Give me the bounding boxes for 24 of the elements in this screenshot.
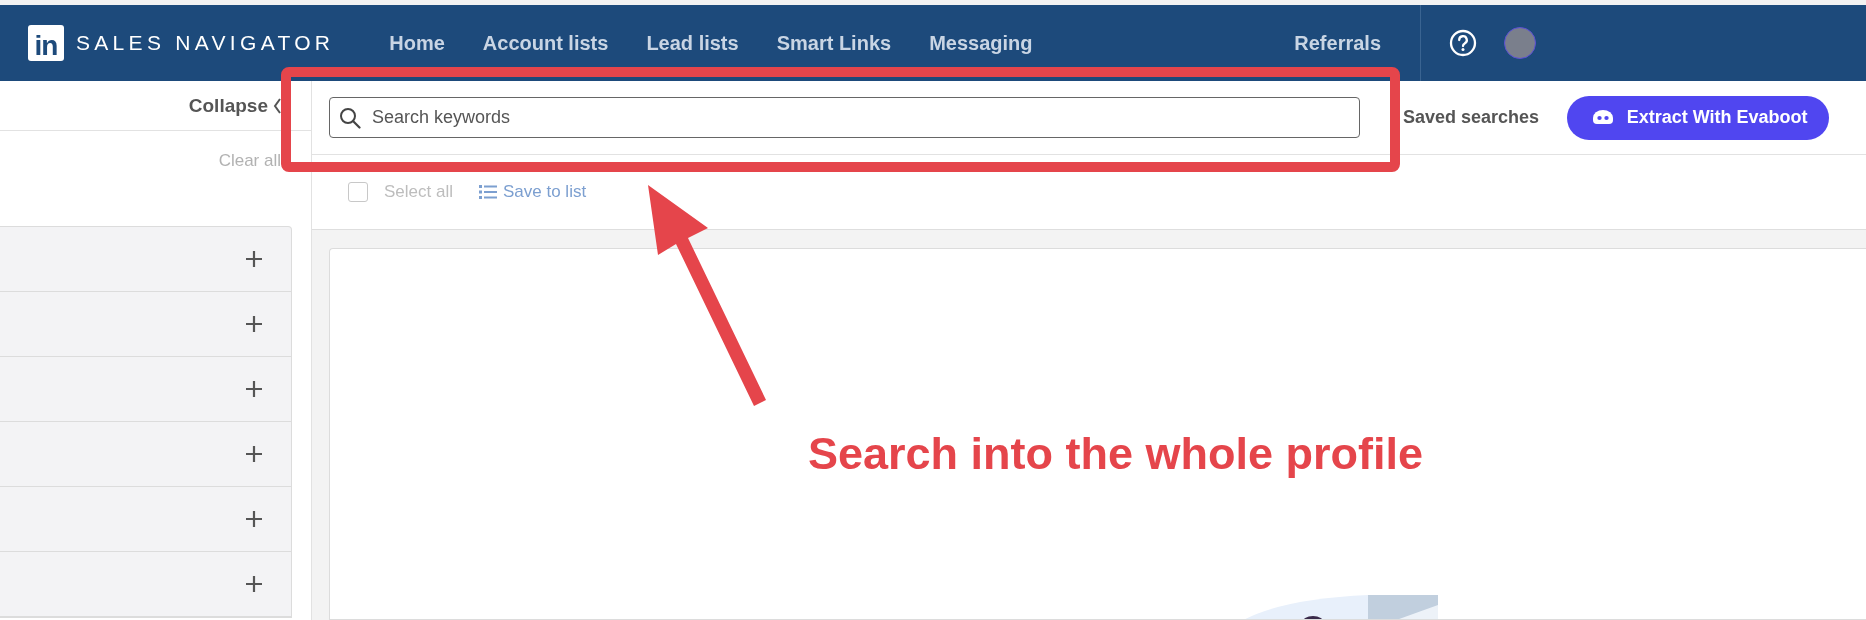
plus-icon[interactable] (245, 380, 263, 398)
nav-link[interactable]: Lead lists (627, 31, 758, 55)
brand-name: SALES NAVIGATOR (76, 31, 335, 55)
nav-link[interactable]: Smart Links (757, 31, 911, 55)
list-icon (479, 185, 497, 199)
plus-icon[interactable] (245, 445, 263, 463)
plus-icon[interactable] (245, 575, 263, 593)
nav-link[interactable]: Account lists (463, 31, 628, 55)
annotation-text: Search into the whole profile (808, 428, 1424, 480)
extract-button[interactable]: Extract With Evaboot (1567, 95, 1830, 140)
chevron-left-icon (273, 97, 281, 114)
help-icon[interactable] (1449, 29, 1477, 57)
nav-link[interactable]: Referrals (1275, 31, 1400, 54)
search-field[interactable]: Search keywords (329, 97, 1360, 138)
avatar[interactable] (1504, 27, 1536, 59)
collapse-button[interactable]: Collapse (188, 94, 281, 117)
nav-link[interactable]: Home (370, 31, 464, 55)
nav-link[interactable]: Messaging (910, 31, 1052, 55)
plus-icon[interactable] (245, 250, 263, 268)
search-icon (339, 107, 361, 129)
plus-icon[interactable] (245, 510, 263, 528)
saved-searches-button[interactable]: Saved searches (1403, 107, 1540, 128)
brand-logo[interactable]: in (28, 25, 64, 61)
plus-icon[interactable] (245, 315, 263, 333)
